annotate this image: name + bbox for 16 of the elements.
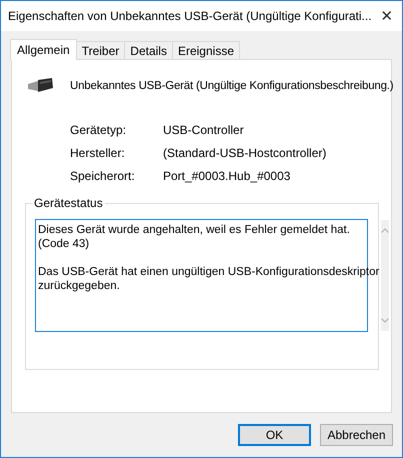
dialog-button[interactable]: Abbrechen [320, 424, 393, 446]
dialog-button[interactable]: OK [238, 424, 311, 446]
property-label: Speicherort: [70, 169, 136, 183]
property-value: USB-Controller [163, 123, 245, 137]
property-label: Hersteller: [70, 146, 126, 160]
status-text-line: zurückgegeben. [38, 279, 121, 293]
window-title: Eigenschaften von Unbekanntes USB-Gerät (Ungültige Konfigurati... [8, 9, 372, 23]
property-value: Port_#0003.Hub_#0003 [163, 169, 292, 183]
tab[interactable]: Allgemein [10, 39, 77, 60]
status-text-line: Dieses Gerät wurde angehalten, weil es Fehler gemeldet hat. [38, 223, 351, 237]
status-text-line: (Code 43) [38, 237, 90, 251]
property-label: Gerätetyp: [70, 123, 128, 137]
device-name: Unbekanntes USB-Gerät (Ungültige Konfigurationsbeschreibung.) [70, 80, 394, 92]
property-value: (Standard-USB-Hostcontroller) [163, 146, 328, 160]
tab[interactable]: Ereignisse [172, 41, 240, 59]
group-title: Gerätestatus [32, 196, 105, 210]
